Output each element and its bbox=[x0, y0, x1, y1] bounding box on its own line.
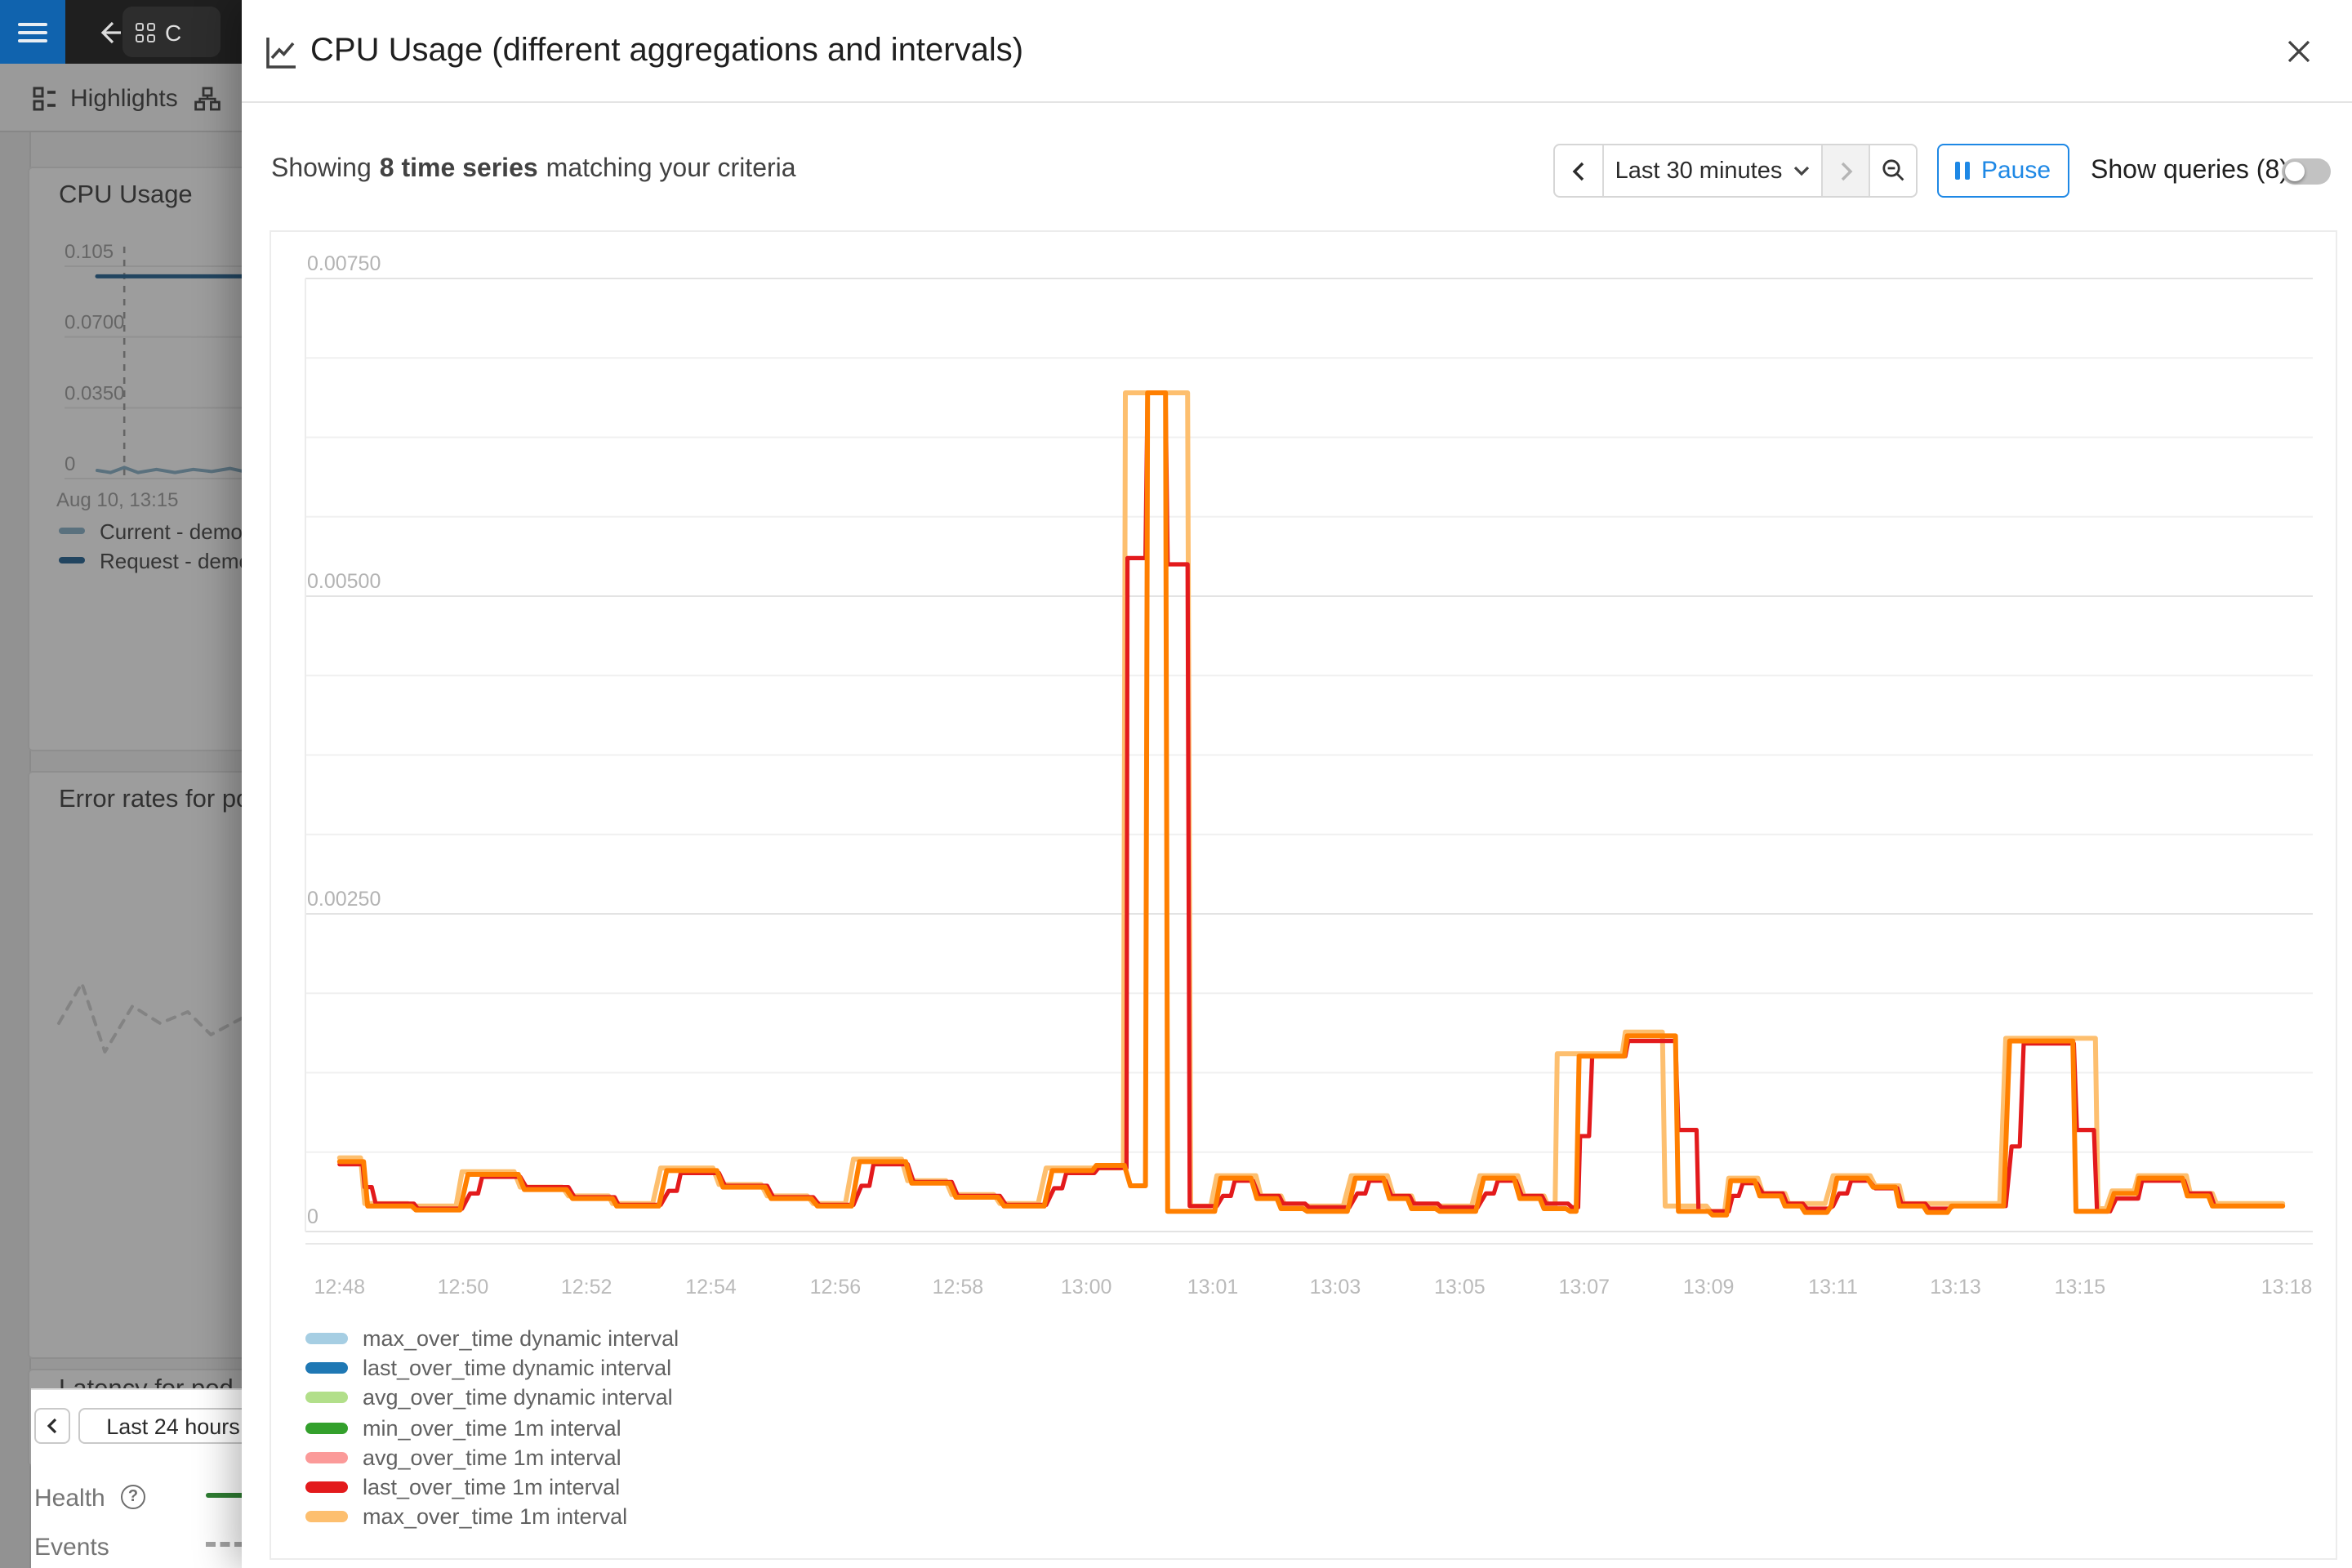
x-axis-tick: 13:03 bbox=[1310, 1276, 1361, 1298]
time-range-dropdown[interactable]: Last 30 minutes bbox=[1602, 145, 1821, 196]
legend-swatch bbox=[305, 1362, 348, 1374]
app-grid-icon bbox=[136, 22, 155, 42]
x-axis-tick: 13:05 bbox=[1434, 1276, 1486, 1298]
time-range-label: Last 30 minutes bbox=[1615, 158, 1783, 184]
chevron-left-icon bbox=[1571, 161, 1586, 180]
legend-item[interactable]: last_over_time 1m interval bbox=[305, 1472, 679, 1503]
modal-header: CPU Usage (different aggregations and in… bbox=[242, 0, 2352, 103]
x-axis-tick: 12:58 bbox=[933, 1276, 984, 1298]
x-axis-tick: 13:01 bbox=[1187, 1276, 1239, 1298]
legend-item-label: max_over_time 1m interval bbox=[363, 1505, 627, 1530]
hamburger-icon bbox=[18, 22, 47, 42]
next-range-button[interactable] bbox=[1821, 145, 1869, 196]
y-axis-label: 0.00500 bbox=[307, 570, 381, 593]
show-queries-label: Show queries (8) bbox=[2091, 144, 2288, 198]
zoom-out-button[interactable] bbox=[1869, 145, 1916, 196]
legend-item[interactable]: max_over_time 1m interval bbox=[305, 1503, 679, 1533]
x-axis-tick: 13:13 bbox=[1930, 1276, 1981, 1298]
close-icon bbox=[2286, 38, 2310, 63]
screen: C Highlights CPU Usage 0.1050.07000.0 bbox=[0, 0, 2352, 1568]
line-chart-icon bbox=[261, 33, 301, 72]
help-glyph: ? bbox=[128, 1488, 138, 1506]
time-range-control: Last 30 minutes bbox=[1553, 144, 1918, 198]
pause-button[interactable]: Pause bbox=[1937, 144, 2069, 198]
legend-item-label: avg_over_time dynamic interval bbox=[363, 1385, 673, 1410]
x-axis-tick: 13:09 bbox=[1683, 1276, 1735, 1298]
pause-icon bbox=[1956, 162, 1970, 180]
footer-timeframe-button[interactable]: Last 24 hours bbox=[78, 1408, 268, 1444]
x-axis-tick: 12:54 bbox=[685, 1276, 737, 1298]
app-name: C bbox=[165, 19, 181, 45]
legend-item-label: avg_over_time 1m interval bbox=[363, 1446, 621, 1470]
legend-swatch bbox=[305, 1512, 348, 1523]
legend-swatch bbox=[305, 1452, 348, 1463]
hamburger-menu-button[interactable] bbox=[0, 0, 65, 64]
series-summary: Showing 8 time series matching your crit… bbox=[271, 137, 796, 203]
legend-swatch bbox=[305, 1481, 348, 1493]
chevron-left-icon bbox=[46, 1418, 59, 1434]
legend-item[interactable]: max_over_time dynamic interval bbox=[305, 1323, 679, 1353]
x-axis-tick: 13:18 bbox=[2261, 1276, 2313, 1298]
pause-label: Pause bbox=[1981, 157, 2051, 185]
y-axis-label: 0.00250 bbox=[307, 888, 381, 911]
help-icon[interactable]: ? bbox=[121, 1485, 145, 1509]
legend-item-label: last_over_time 1m interval bbox=[363, 1475, 620, 1499]
modal-title: CPU Usage (different aggregations and in… bbox=[310, 0, 1023, 103]
legend-swatch bbox=[305, 1392, 348, 1403]
footer-timeframe-label: Last 24 hours bbox=[106, 1414, 240, 1438]
legend-swatch bbox=[305, 1422, 348, 1433]
series-max-over-time-1m-interval bbox=[340, 393, 2283, 1211]
health-label: Health bbox=[34, 1485, 105, 1512]
chevron-down-icon bbox=[1793, 165, 1810, 176]
x-axis-tick: 12:52 bbox=[561, 1276, 612, 1298]
app-switcher-button[interactable]: C bbox=[122, 7, 220, 57]
x-axis-tick: 13:00 bbox=[1061, 1276, 1112, 1298]
toggle-knob bbox=[2285, 162, 2305, 181]
zoom-out-icon bbox=[1881, 158, 1905, 183]
legend-item-label: max_over_time dynamic interval bbox=[363, 1325, 679, 1350]
summary-count: 8 time series bbox=[380, 155, 538, 185]
x-axis-tick: 13:07 bbox=[1558, 1276, 1610, 1298]
show-queries-toggle[interactable] bbox=[2282, 158, 2331, 185]
previous-range-button[interactable] bbox=[1555, 145, 1602, 196]
y-axis-label: 0 bbox=[307, 1205, 318, 1228]
chevron-right-icon bbox=[1838, 161, 1853, 180]
modal-backdrop-strip bbox=[0, 1388, 31, 1568]
legend-item-label: last_over_time dynamic interval bbox=[363, 1356, 671, 1380]
summary-prefix: Showing bbox=[271, 155, 372, 185]
series-last-over-time-1m-interval bbox=[340, 393, 2283, 1211]
close-button[interactable] bbox=[2280, 33, 2316, 69]
chart-panel: 0 0.00250 0.00500 0.00750 12:48 12:50 12:52 12:… bbox=[270, 230, 2337, 1560]
back-arrow-icon bbox=[96, 19, 122, 45]
legend-item[interactable]: min_over_time 1m interval bbox=[305, 1413, 679, 1443]
legend-item[interactable]: last_over_time dynamic interval bbox=[305, 1353, 679, 1383]
chart-modal: CPU Usage (different aggregations and in… bbox=[242, 0, 2352, 1568]
x-axis-tick: 12:48 bbox=[314, 1276, 366, 1298]
x-axis-tick: 12:50 bbox=[438, 1276, 489, 1298]
x-axis-tick: 13:15 bbox=[2055, 1276, 2106, 1298]
legend-item[interactable]: avg_over_time 1m interval bbox=[305, 1442, 679, 1472]
legend-swatch bbox=[305, 1332, 348, 1343]
chart-legend: max_over_time dynamic interval last_over_… bbox=[305, 1323, 679, 1532]
legend-item[interactable]: avg_over_time dynamic interval bbox=[305, 1383, 679, 1413]
legend-item-label: min_over_time 1m interval bbox=[363, 1415, 621, 1440]
x-axis-tick: 12:56 bbox=[810, 1276, 862, 1298]
events-label: Events bbox=[34, 1534, 109, 1561]
y-axis-label: 0.00750 bbox=[307, 252, 381, 275]
summary-suffix: matching your criteria bbox=[546, 155, 796, 185]
footer-prev-timeframe-button[interactable] bbox=[34, 1408, 70, 1444]
x-axis-tick: 13:11 bbox=[1808, 1276, 1858, 1298]
